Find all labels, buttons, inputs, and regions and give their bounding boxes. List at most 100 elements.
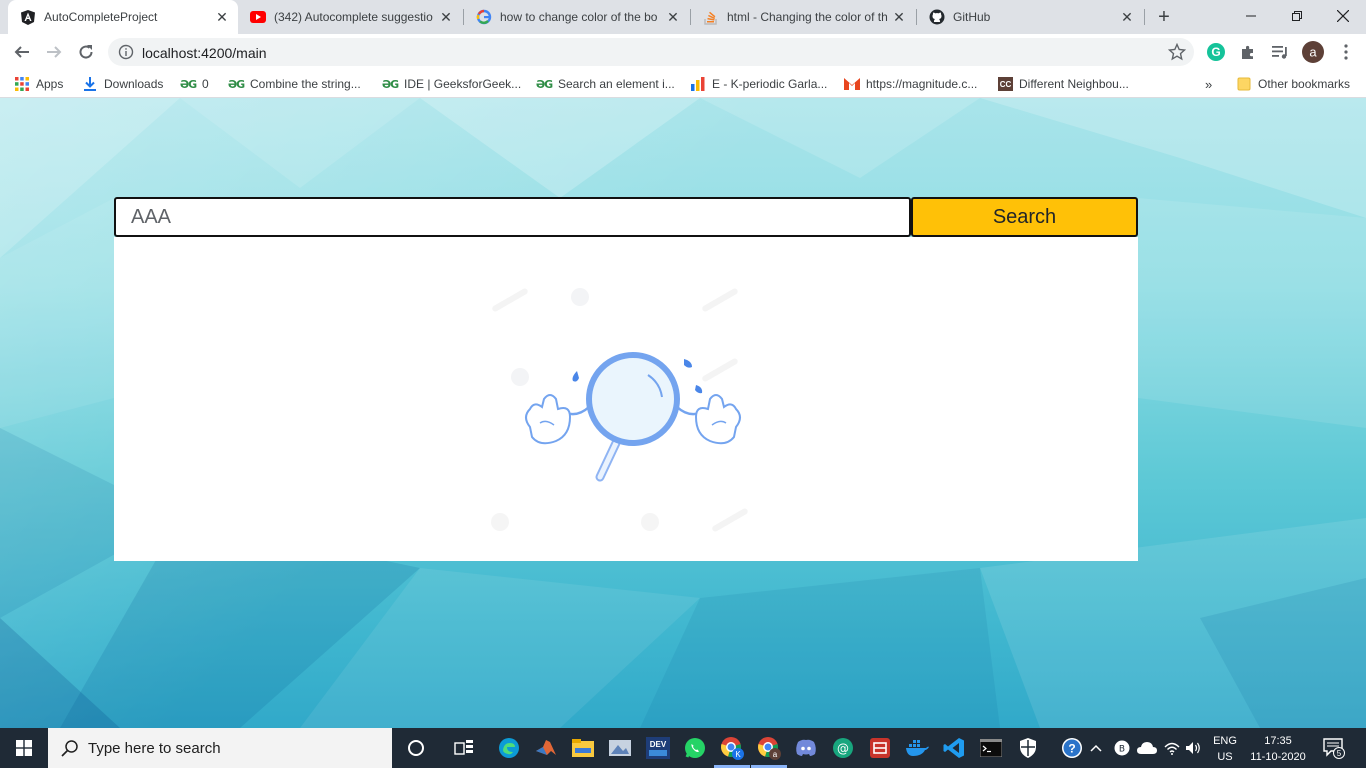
grammarly-extension-icon[interactable]: G	[1206, 42, 1226, 62]
reload-button[interactable]	[72, 38, 100, 66]
close-tab-icon[interactable]: ✕	[665, 9, 681, 25]
back-button[interactable]	[8, 38, 36, 66]
restore-icon	[1292, 11, 1302, 21]
extensions-puzzle-icon[interactable]	[1238, 42, 1258, 62]
github-icon	[929, 9, 945, 25]
bookmark-search-element[interactable]: ƏG Search an element i...	[536, 76, 675, 92]
close-tab-icon[interactable]: ✕	[438, 9, 454, 25]
address-bar[interactable]: localhost:4200/main	[108, 38, 1194, 66]
bookmark-label: Apps	[36, 77, 64, 91]
bookmark-label: 0	[202, 77, 209, 91]
task-view-icon[interactable]	[452, 736, 476, 760]
forward-button[interactable]	[40, 38, 68, 66]
mail-client-icon[interactable]: @	[831, 736, 855, 760]
clock[interactable]: 17:35 11-10-2020	[1246, 733, 1310, 765]
bookmark-combine-string[interactable]: ƏG Combine the string...	[228, 76, 361, 92]
onedrive-cloud-icon[interactable]	[1136, 736, 1158, 760]
gfg-icon: ƏG	[381, 77, 399, 91]
bookmark-k-periodic[interactable]: E - K-periodic Garla...	[690, 76, 827, 92]
close-tab-icon[interactable]: ✕	[1119, 9, 1135, 25]
close-window-button[interactable]	[1320, 0, 1366, 32]
other-bookmarks[interactable]: Other bookmarks	[1236, 76, 1350, 92]
bookmark-label: https://magnitude.c...	[866, 77, 978, 91]
folder-icon	[1236, 76, 1252, 92]
chrome-profile-a-icon[interactable]: a	[757, 736, 781, 760]
bookmark-gfg-0[interactable]: ƏG 0	[180, 76, 209, 92]
arrow-right-icon	[47, 46, 62, 58]
help-question-icon[interactable]: ?	[1060, 736, 1084, 760]
more-menu-icon[interactable]	[1336, 42, 1356, 62]
clock-time: 17:35	[1264, 735, 1292, 747]
tab-autocomplete-project[interactable]: AutoCompleteProject ✕	[8, 0, 238, 34]
vscode-icon[interactable]	[942, 736, 966, 760]
bookmark-apps[interactable]: Apps	[14, 76, 63, 92]
no-results-magnifier-illustration	[491, 288, 748, 532]
keyboard-layout: US	[1217, 751, 1233, 763]
page-content: Search	[0, 98, 1366, 728]
restore-window-button[interactable]	[1274, 0, 1320, 32]
svg-text:a: a	[1309, 45, 1317, 60]
svg-text:@: @	[837, 742, 849, 756]
tab-strip: AutoCompleteProject ✕ (342) Autocomplete…	[0, 0, 1366, 34]
cortana-icon[interactable]	[404, 736, 428, 760]
action-center-icon[interactable]: 5	[1322, 736, 1346, 760]
info-icon[interactable]	[118, 44, 134, 60]
results-panel	[114, 237, 1138, 561]
taskbar-search-box[interactable]: Type here to search	[48, 728, 392, 768]
file-explorer-icon[interactable]	[571, 736, 595, 760]
close-icon	[1337, 10, 1349, 22]
bookmark-different-neighbours[interactable]: CC Different Neighbou...	[998, 76, 1129, 92]
bookmark-downloads[interactable]: Downloads	[82, 76, 163, 92]
language-code: ENG	[1213, 735, 1237, 747]
close-tab-icon[interactable]: ✕	[214, 9, 230, 25]
docker-icon[interactable]	[905, 736, 929, 760]
tab-stackoverflow[interactable]: html - Changing the color of th ✕	[691, 0, 915, 34]
svg-text:DEV: DEV	[650, 740, 667, 749]
input-language[interactable]: ENG US	[1208, 733, 1242, 765]
minimize-window-button[interactable]	[1228, 0, 1274, 32]
taskbar-search-placeholder: Type here to search	[88, 739, 221, 757]
dev-cpp-icon[interactable]: DEV	[646, 736, 670, 760]
matlab-icon[interactable]	[534, 736, 558, 760]
start-button[interactable]	[0, 728, 48, 768]
search-button[interactable]: Search	[911, 197, 1138, 237]
tab-title: GitHub	[953, 10, 991, 24]
whatsapp-icon[interactable]	[683, 736, 707, 760]
bookmark-magnitude[interactable]: https://magnitude.c...	[844, 76, 977, 92]
photos-app-icon[interactable]	[608, 736, 632, 760]
volume-icon[interactable]	[1184, 736, 1204, 760]
url-text: localhost:4200/main	[142, 45, 267, 61]
tab-github[interactable]: GitHub ✕	[917, 0, 1143, 34]
search-input[interactable]	[114, 197, 911, 237]
bookmarks-overflow-button[interactable]: »	[1205, 76, 1212, 92]
svg-text:5: 5	[1337, 749, 1342, 758]
tab-google-search[interactable]: how to change color of the bo ✕	[464, 0, 689, 34]
gfg-icon: ƏG	[179, 77, 197, 91]
discord-icon[interactable]	[794, 736, 818, 760]
minimize-icon	[1246, 15, 1256, 17]
gfg-icon: ƏG	[535, 77, 553, 91]
search-icon	[61, 740, 78, 757]
security-app-icon[interactable]	[868, 736, 892, 760]
edge-icon[interactable]	[497, 736, 521, 760]
arrow-left-icon	[14, 46, 29, 58]
bookmark-label: Different Neighbou...	[1019, 77, 1129, 91]
bookmark-ide-geeksforgeeks[interactable]: ƏG IDE | GeeksforGeek...	[382, 76, 521, 92]
close-tab-icon[interactable]: ✕	[891, 9, 907, 25]
angular-icon	[20, 9, 36, 25]
profile-avatar[interactable]: a	[1301, 40, 1325, 64]
show-hidden-icons-chevron-icon[interactable]	[1088, 736, 1104, 760]
wifi-icon[interactable]	[1162, 736, 1182, 760]
tray-app-icon[interactable]: B	[1112, 736, 1132, 760]
tab-youtube[interactable]: (342) Autocomplete suggestio ✕	[238, 0, 462, 34]
bookmark-star-icon[interactable]	[1167, 42, 1187, 61]
windows-taskbar: Type here to search DEV K a @ ? B ENG US…	[0, 728, 1366, 768]
media-control-icon[interactable]	[1270, 42, 1290, 62]
terminal-icon[interactable]	[979, 736, 1003, 760]
new-tab-button[interactable]: +	[1154, 7, 1174, 27]
windows-security-icon[interactable]	[1016, 736, 1040, 760]
bookmark-label: E - K-periodic Garla...	[712, 77, 828, 91]
tab-title: html - Changing the color of th	[727, 10, 888, 24]
youtube-icon	[250, 9, 266, 25]
chrome-profile-k-icon[interactable]: K	[720, 736, 744, 760]
